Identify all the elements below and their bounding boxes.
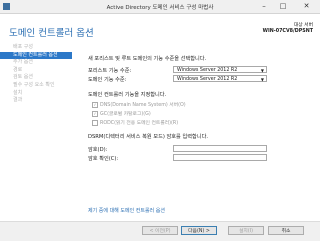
next-button[interactable]: 다음(N) > [181,226,217,235]
maximize-button[interactable]: □ [274,0,292,12]
password-label: 암호(D): [88,147,108,153]
nav-item-results[interactable]: 결과 [0,97,72,105]
nav-item-paths[interactable]: 경로 [0,67,72,75]
more-info-link[interactable]: 제기 중에 대해 도메인 컨트롤러 옵션 [88,207,165,214]
previous-button[interactable]: < 이전(P) [142,226,178,235]
check-icon: ✓ [92,110,98,117]
nav-item-review[interactable]: 검토 옵션 [0,74,72,82]
minimize-button[interactable]: – [255,0,273,12]
dsrm-heading: DSRM(디렉터리 서비스 복원 모드) 암호를 입력합니다. [88,134,208,140]
dns-checkbox[interactable]: ✓ DNS(Domain Name System) 서버(O) [92,101,186,108]
title-bar: Active Directory 도메인 서비스 구성 마법사 – □ ✕ [0,0,320,14]
close-button[interactable]: ✕ [293,0,320,12]
password-field[interactable] [173,145,267,152]
domain-level-select[interactable]: Windows Server 2012 R2 ▼ [173,75,267,82]
target-server-name: WIN-07CV8/DPSNT [262,29,313,34]
target-server: 대상 서버 WIN-07CV8/DPSNT [263,23,313,35]
nav-item-prereq[interactable]: 필수 구성 요소 확인 [0,82,72,90]
page-title: 도메인 컨트롤러 옵션 [9,28,94,39]
nav-item-install[interactable]: 설치 [0,90,72,98]
capabilities-heading: 도메인 컨트롤러 기능을 지정합니다. [88,92,167,98]
gc-checkbox[interactable]: ✓ GC(글로벌 카탈로그)(G) [92,110,151,117]
chevron-down-icon: ▼ [260,77,264,82]
domain-level-label: 도메인 기능 수준: [88,77,127,83]
nav-item-additional-options[interactable]: 추가 옵션 [0,59,72,67]
wizard-nav: 배포 구성 도메인 컨트롤러 옵션 추가 옵션 경로 검토 옵션 필수 구성 요… [0,44,72,105]
cancel-button[interactable]: 취소 [268,226,304,235]
confirm-password-field[interactable] [173,154,267,161]
confirm-password-label: 암호 확인(C): [88,156,119,162]
install-button[interactable]: 설치(I) [228,226,264,235]
rodc-checkbox[interactable]: RODC(읽기 전용 도메인 컨트롤러)(R) [92,119,178,126]
check-icon: ✓ [92,101,98,108]
nav-item-deployment[interactable]: 배포 구성 [0,44,72,52]
forest-level-select[interactable]: Windows Server 2012 R2 ▼ [173,66,267,73]
intro-text: 새 포리스트 및 루트 도메인의 기능 수준을 선택합니다. [88,56,207,62]
forest-level-label: 포리스트 기능 수준: [88,68,132,74]
nav-item-dc-options[interactable]: 도메인 컨트롤러 옵션 [0,51,72,60]
chevron-down-icon: ▼ [260,68,264,73]
